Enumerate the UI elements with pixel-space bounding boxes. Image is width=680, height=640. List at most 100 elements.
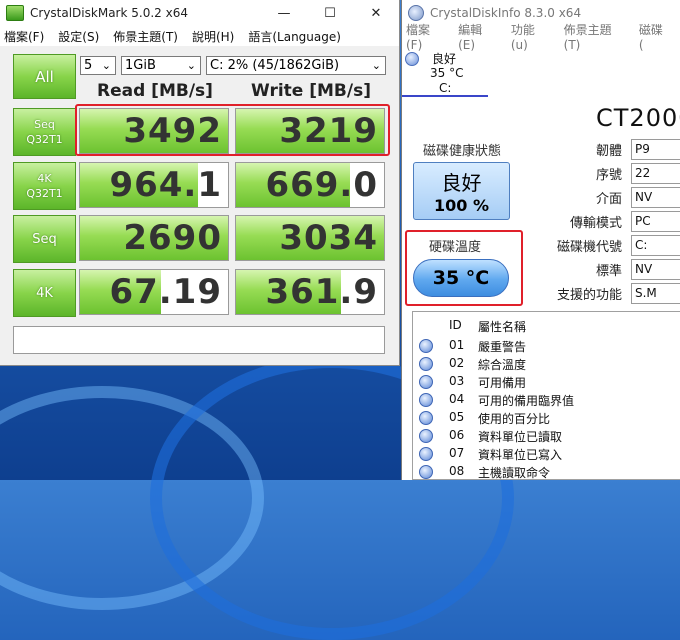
- row-label-line2: Q32T1: [26, 133, 63, 146]
- status-dot-icon: [419, 357, 433, 371]
- crystaldiskmark-app-icon: [6, 5, 24, 21]
- write-value: 361.9: [265, 272, 378, 312]
- read-value: 67.19: [109, 272, 222, 312]
- comment-field[interactable]: [13, 326, 385, 354]
- temperature-badge: 35 °C: [413, 259, 509, 297]
- menu-function[interactable]: 功能(u): [511, 21, 550, 52]
- test-4k-q32t1-button[interactable]: 4K Q32T1: [13, 162, 76, 210]
- attr-value: 22: [631, 163, 680, 184]
- health-status-text: 良好: [441, 171, 482, 195]
- count-select[interactable]: 5 ⌄: [80, 56, 116, 75]
- attr-label: 介面: [595, 192, 622, 207]
- status-dot-icon: [419, 429, 433, 443]
- health-status-dot-icon: [405, 52, 419, 66]
- attr-value: C:: [631, 235, 680, 256]
- table-row[interactable]: 02 綜合溫度: [413, 355, 680, 373]
- menu-settings[interactable]: 設定(S): [58, 28, 99, 45]
- smart-id: 01: [449, 338, 465, 352]
- drive-tab-c[interactable]: 良好 35 °C C:: [402, 46, 492, 97]
- table-row[interactable]: 01 嚴重警告: [413, 337, 680, 355]
- crystaldiskinfo-app-icon: [408, 5, 424, 21]
- cdi-title: CrystalDiskInfo 8.3.0 x64: [430, 6, 582, 20]
- test-seq-q32t1-button[interactable]: Seq Q32T1: [13, 108, 76, 156]
- smart-name: 綜合溫度: [478, 358, 527, 372]
- size-value: 1GiB: [125, 58, 156, 73]
- menu-help[interactable]: 說明(H): [192, 28, 234, 45]
- smart-name: 主機讀取命令: [478, 466, 551, 480]
- smart-id: 04: [449, 392, 465, 406]
- status-dot-icon: [419, 411, 433, 425]
- write-result: 3034: [235, 215, 385, 261]
- drive-tab-letter: C:: [439, 81, 452, 95]
- drive-tab-temp: 35 °C: [430, 66, 464, 80]
- health-status-badge[interactable]: 良好 100 %: [413, 162, 510, 220]
- cdm-title: CrystalDiskMark 5.0.2 x64: [30, 6, 188, 20]
- drive-select[interactable]: C: 2% (45/1862GiB) ⌄: [206, 56, 386, 75]
- active-tab-indicator: [402, 95, 488, 97]
- write-value: 3034: [279, 218, 378, 258]
- status-dot-icon: [419, 339, 433, 353]
- test-seq-button[interactable]: Seq: [13, 215, 76, 263]
- cdm-titlebar[interactable]: CrystalDiskMark 5.0.2 x64 — ☐ ✕: [0, 0, 399, 26]
- read-value: 964.1: [109, 165, 222, 205]
- smart-id: 02: [449, 356, 465, 370]
- smart-id: 05: [449, 410, 465, 424]
- table-row[interactable]: 04 可用的備用臨界值: [413, 391, 680, 409]
- attr-value: NV: [631, 187, 680, 208]
- close-button[interactable]: ✕: [353, 0, 399, 26]
- row-label-line1: 4K: [36, 285, 53, 301]
- table-row[interactable]: 03 可用備用: [413, 373, 680, 391]
- smart-name: 資料單位已讀取: [478, 430, 563, 444]
- status-dot-icon: [419, 465, 433, 479]
- drive-tab-status: 良好: [432, 52, 457, 66]
- smart-name: 可用備用: [478, 376, 527, 390]
- attr-value: NV: [631, 259, 680, 280]
- attr-label: 磁碟機代號: [556, 240, 622, 255]
- read-value: 2690: [123, 218, 222, 258]
- table-row[interactable]: 05 使用的百分比: [413, 409, 680, 427]
- cdm-menubar: 檔案(F) 設定(S) 佈景主題(T) 說明(H) 語言(Language): [0, 26, 399, 46]
- row-label-line1: Seq: [34, 118, 55, 131]
- chevron-down-icon: ⌄: [186, 59, 196, 72]
- row-label-line1: Seq: [32, 231, 57, 247]
- attr-value: PC: [631, 211, 680, 232]
- read-result: 964.1: [79, 162, 229, 208]
- menu-file[interactable]: 檔案(F): [4, 28, 44, 45]
- table-row[interactable]: 08 主機讀取命令: [413, 463, 680, 480]
- minimize-button[interactable]: —: [261, 0, 307, 26]
- smart-attributes-table[interactable]: ID 屬性名稱 01 嚴重警告 02 綜合溫度 03 可用備用 04 可用的備用…: [412, 311, 680, 480]
- status-dot-icon: [419, 375, 433, 389]
- drive-model-title: CT2000: [596, 104, 680, 132]
- row-label-line2: Q32T1: [26, 187, 63, 200]
- test-4k-button[interactable]: 4K: [13, 269, 76, 317]
- menu-theme[interactable]: 佈景主題(T): [564, 21, 625, 52]
- attr-label: 傳輸模式: [569, 216, 622, 231]
- health-percent: 100 %: [434, 196, 489, 215]
- chevron-down-icon: ⌄: [101, 59, 111, 72]
- table-row[interactable]: 07 資料單位已寫入: [413, 445, 680, 463]
- size-select[interactable]: 1GiB ⌄: [121, 56, 201, 75]
- read-result: 67.19: [79, 269, 229, 315]
- attr-label: 韌體: [595, 144, 622, 159]
- highlight-box-seq-results: [75, 104, 390, 156]
- attr-label: 標準: [595, 264, 622, 279]
- crystaldiskinfo-window: CrystalDiskInfo 8.3.0 x64 檔案(F) 編輯(E) 功能…: [401, 0, 680, 480]
- health-status-label: 磁碟健康狀態: [423, 144, 502, 159]
- all-button[interactable]: All: [13, 54, 76, 99]
- status-dot-icon: [419, 447, 433, 461]
- attr-label: 支援的功能: [556, 288, 622, 303]
- status-dot-icon: [419, 393, 433, 407]
- maximize-button[interactable]: ☐: [307, 0, 353, 26]
- table-row[interactable]: 06 資料單位已讀取: [413, 427, 680, 445]
- attr-value: S.M: [631, 283, 680, 304]
- menu-language[interactable]: 語言(Language): [248, 28, 341, 45]
- menu-disk[interactable]: 磁碟(: [639, 21, 666, 52]
- write-result: 361.9: [235, 269, 385, 315]
- desktop-wallpaper: [0, 356, 514, 640]
- write-result: 669.0: [235, 162, 385, 208]
- temperature-label: 硬碟溫度: [429, 240, 482, 255]
- count-value: 5: [84, 58, 93, 73]
- smart-id: 08: [449, 464, 465, 478]
- crystaldiskmark-window: CrystalDiskMark 5.0.2 x64 — ☐ ✕ 檔案(F) 設定…: [0, 0, 400, 366]
- menu-theme[interactable]: 佈景主題(T): [113, 28, 178, 45]
